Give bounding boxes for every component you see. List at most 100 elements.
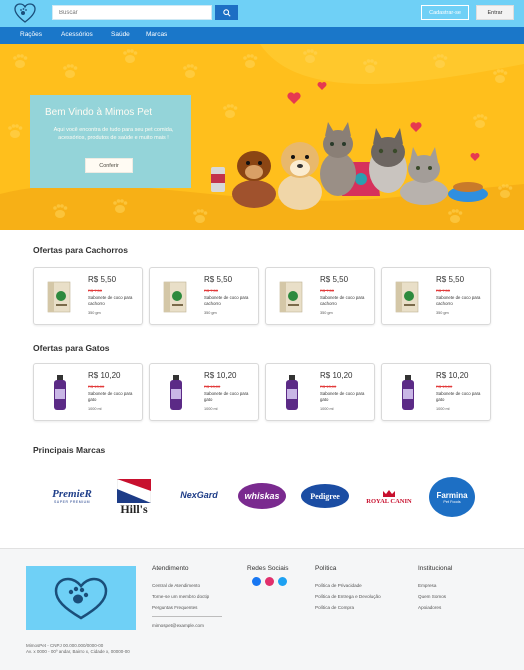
product-weight: 1000 ml bbox=[204, 407, 218, 411]
paw-heart-icon bbox=[54, 577, 108, 620]
brand-premier-sub: SUPER PREMIUM bbox=[53, 500, 91, 504]
product-name: Sabonete de coco para cachorro bbox=[320, 295, 365, 306]
brand-farmina[interactable]: Farmina Pet Foods bbox=[429, 477, 475, 517]
product-price: R$ 10,20 bbox=[436, 371, 469, 380]
footer-atendimento-title: Atendimento bbox=[152, 565, 189, 572]
dogs-section-title: Ofertas para Cachorros bbox=[33, 245, 128, 255]
brand-whiskas[interactable]: whiskas bbox=[238, 483, 286, 509]
category-nav: Rações Acessórios Saúde Marcas bbox=[0, 27, 524, 44]
paw-print-icon bbox=[183, 64, 198, 78]
product-old-price: R$ 13,00 bbox=[204, 384, 221, 389]
product-weight: 1000 ml bbox=[436, 407, 450, 411]
product-card[interactable]: R$ 10,20 R$ 13,00 Sabonete de coco para ga… bbox=[33, 363, 143, 421]
brand-hills[interactable]: Hill's bbox=[114, 476, 154, 518]
product-image-shampoo-bottle bbox=[170, 375, 182, 410]
footer-divider bbox=[152, 616, 222, 617]
product-old-price: R$ 13,00 bbox=[436, 384, 453, 389]
nav-item-saude[interactable]: Saúde bbox=[111, 31, 130, 38]
brand-premier[interactable]: PremieR SUPER PREMIUM bbox=[44, 484, 100, 508]
footer-link-empresa[interactable]: Empresa bbox=[418, 583, 436, 588]
hero-welcome-card: Bem Vindo à Mimos Pet Aqui você encontra… bbox=[30, 95, 191, 188]
paw-print-icon bbox=[13, 54, 28, 68]
paw-print-icon bbox=[8, 124, 23, 138]
nav-item-racoes[interactable]: Rações bbox=[20, 31, 42, 38]
brand-royal-canin-name: ROYAL CANIN bbox=[366, 498, 412, 505]
product-price: R$ 5,50 bbox=[320, 275, 349, 284]
footer-link-apoiadores[interactable]: Apoiadores bbox=[418, 605, 441, 610]
register-button[interactable]: Cadastrar-se bbox=[421, 5, 469, 20]
product-card[interactable]: R$ 10,20 R$ 13,00 Sabonete de coco para ga… bbox=[149, 363, 259, 421]
hero-title: Bem Vindo à Mimos Pet bbox=[45, 107, 153, 118]
footer-institucional-title: Institucional bbox=[418, 565, 453, 572]
product-image-shampoo-bottle bbox=[286, 375, 298, 410]
product-card[interactable]: R$ 5,50 R$ 7,50 Sabonete de coco para cach… bbox=[149, 267, 259, 325]
footer-link-compra[interactable]: Política de Compra bbox=[315, 605, 354, 610]
facebook-icon[interactable] bbox=[252, 577, 261, 586]
product-price: R$ 5,50 bbox=[88, 275, 117, 284]
footer-link-quem-somos[interactable]: Quem Somos bbox=[418, 594, 446, 599]
brand-pedigree-name: Pedigree bbox=[310, 491, 340, 501]
product-card[interactable]: R$ 5,50 R$ 7,50 Sabonete de coco para cach… bbox=[381, 267, 491, 325]
product-price: R$ 5,50 bbox=[436, 275, 465, 284]
footer-email[interactable]: mimospet@example.com bbox=[152, 623, 204, 628]
paw-print-icon bbox=[473, 114, 488, 128]
product-image-soap-box bbox=[395, 281, 419, 313]
product-name: Sabonete de coco para gato bbox=[436, 391, 481, 402]
brand-nexgard-name: NexGard bbox=[180, 490, 218, 500]
footer-link-faq[interactable]: Perguntas Frequentes bbox=[152, 605, 197, 610]
footer-link-privacidade[interactable]: Política de Privacidade bbox=[315, 583, 362, 588]
cats-section-title: Ofertas para Gatos bbox=[33, 343, 110, 353]
product-price: R$ 10,20 bbox=[320, 371, 353, 380]
product-card[interactable]: R$ 5,50 R$ 7,50 Sabonete de coco para cach… bbox=[33, 267, 143, 325]
hero-cta-button[interactable]: Conferir bbox=[85, 158, 133, 173]
product-old-price: R$ 7,50 bbox=[204, 288, 219, 293]
paw-print-icon bbox=[243, 54, 258, 68]
hero-text: Aqui você encontra de tudo para seu pet … bbox=[53, 127, 174, 141]
search-input[interactable] bbox=[52, 5, 212, 20]
search-bar bbox=[52, 5, 238, 20]
product-price: R$ 5,50 bbox=[204, 275, 233, 284]
product-card[interactable]: R$ 10,20 R$ 13,00 Sabonete de coco para ga… bbox=[381, 363, 491, 421]
footer-link-membro[interactable]: Torne-se um membro doctip bbox=[152, 594, 209, 599]
product-image-soap-box bbox=[279, 281, 303, 313]
brand-pedigree[interactable]: Pedigree bbox=[301, 484, 349, 508]
twitter-icon[interactable] bbox=[278, 577, 287, 586]
product-weight: 350 gm bbox=[320, 311, 333, 315]
product-card[interactable]: R$ 10,20 R$ 13,00 Sabonete de coco para ga… bbox=[265, 363, 375, 421]
brand-royal-canin[interactable]: ROYAL CANIN bbox=[362, 484, 416, 510]
brand-nexgard[interactable]: NexGard bbox=[174, 487, 224, 503]
hills-logo-icon bbox=[117, 478, 151, 503]
brand-premier-name: PremieR bbox=[52, 488, 92, 500]
footer: Atendimento Central de Atendimento Torne… bbox=[0, 548, 524, 670]
product-image-shampoo-bottle bbox=[54, 375, 66, 410]
nav-item-marcas[interactable]: Marcas bbox=[146, 31, 167, 38]
paw-heart-logo-icon[interactable] bbox=[13, 2, 37, 24]
product-weight: 350 gm bbox=[204, 311, 217, 315]
product-weight: 350 gm bbox=[436, 311, 449, 315]
product-name: Sabonete de coco para cachorro bbox=[204, 295, 249, 306]
brand-whiskas-name: whiskas bbox=[244, 491, 280, 501]
brand-farmina-sub: Pet Foods bbox=[443, 499, 461, 504]
login-button[interactable]: Entrar bbox=[476, 5, 514, 20]
product-weight: 350 gm bbox=[88, 311, 101, 315]
product-card[interactable]: R$ 5,50 R$ 7,50 Sabonete de coco para cach… bbox=[265, 267, 375, 325]
brand-farmina-name: Farmina bbox=[436, 490, 468, 500]
paw-print-icon bbox=[123, 49, 138, 63]
footer-link-central[interactable]: Central de Atendimento bbox=[152, 583, 200, 588]
footer-cnpj: MimosPet - CNPJ 00.000.000/0000-00 bbox=[26, 643, 104, 648]
product-old-price: R$ 7,50 bbox=[320, 288, 335, 293]
footer-logo[interactable] bbox=[26, 566, 136, 630]
search-button[interactable] bbox=[215, 5, 238, 20]
footer-politica-title: Política bbox=[315, 565, 337, 572]
product-weight: 1000 ml bbox=[320, 407, 334, 411]
product-name: Sabonete de coco para gato bbox=[88, 391, 133, 402]
product-old-price: R$ 7,50 bbox=[88, 288, 103, 293]
instagram-icon[interactable] bbox=[265, 577, 274, 586]
product-image-soap-box bbox=[47, 281, 71, 313]
paw-print-icon bbox=[493, 69, 508, 83]
footer-link-entrega[interactable]: Política de Entrega e Devolução bbox=[315, 594, 381, 599]
nav-item-acessorios[interactable]: Acessórios bbox=[61, 31, 93, 38]
search-icon bbox=[222, 8, 231, 17]
product-name: Sabonete de coco para gato bbox=[320, 391, 365, 402]
product-name: Sabonete de coco para cachorro bbox=[88, 295, 133, 306]
